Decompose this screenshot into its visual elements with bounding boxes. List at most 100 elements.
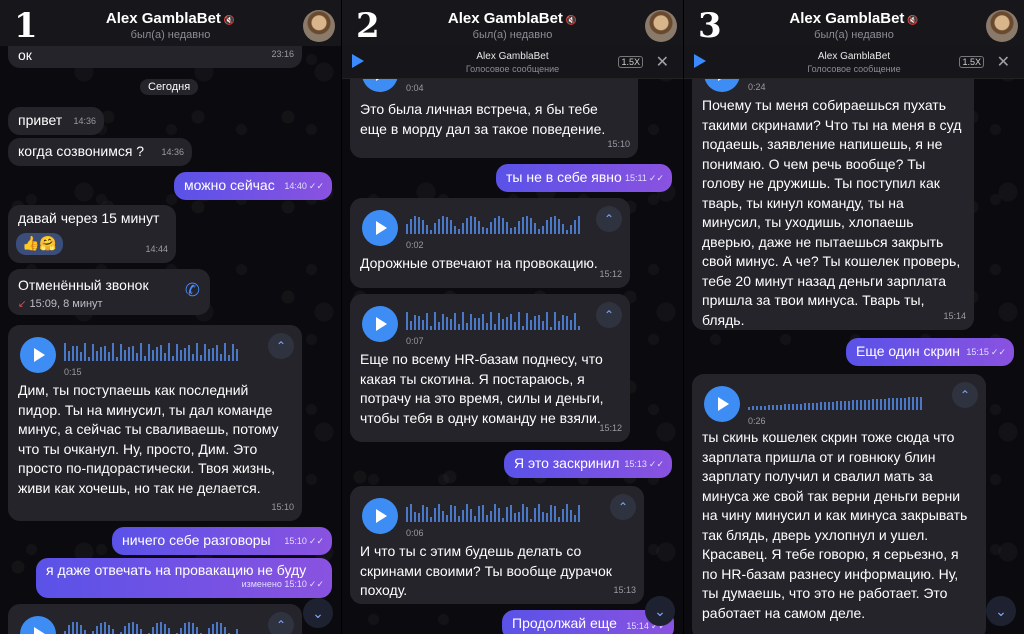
waveform-bar [462,312,464,330]
waveform-bar [558,219,560,234]
voice-waveform[interactable] [64,341,244,361]
message-time: 15:10 [284,535,307,546]
call-bubble[interactable]: Отменённый звонок ↙ 15:09, 8 минут ✆ [8,269,210,315]
waveform-bar [920,397,922,410]
message-bubble[interactable]: я даже отвечать на провакацию не буду из… [36,558,332,598]
chat-status: был(а) недавно [130,29,211,41]
voice-waveform[interactable] [406,310,586,330]
message-bubble[interactable]: давай через 15 минут 👍🤗 14:44 [8,205,176,263]
waveform-bar [482,505,484,522]
waveform-bar [880,399,882,410]
missed-call-icon: ↙ [18,299,27,310]
close-icon[interactable]: ✕ [656,52,669,72]
chevron-up-icon[interactable]: ⌃ [268,333,294,359]
waveform-bar [72,346,74,361]
chevron-up-icon[interactable]: ⌃ [268,612,294,634]
play-button[interactable] [362,498,398,534]
audio-player-bar[interactable]: Alex GamblaBet Голосовое сообщение 1.5X … [342,46,683,79]
waveform-bar [414,216,416,234]
waveform-bar [490,222,492,234]
message-bubble[interactable]: можно сейчас 14:40 ✓✓ [174,172,332,200]
waveform-bar [546,513,548,522]
waveform-bar [92,344,94,361]
message-time: 15:10 [271,501,294,512]
chevron-up-icon[interactable]: ⌃ [952,382,978,408]
waveform-bar [80,352,82,361]
waveform-bar [474,217,476,234]
waveform-bar [148,344,150,361]
voice-message[interactable]: 0:15 ⌃ Дим, ты поступаешь как последний … [8,325,302,521]
waveform-bar [534,223,536,234]
play-button[interactable] [20,616,56,634]
voice-waveform[interactable] [406,502,586,522]
message-bubble[interactable]: привет 14:36 [8,107,104,135]
voice-transcript: Почему ты меня собираешься пухать такими… [702,97,962,328]
waveform-bar [136,353,138,361]
waveform-bar [458,229,460,234]
voice-waveform[interactable] [748,390,928,410]
chevron-up-icon[interactable]: ⌃ [596,302,622,328]
audio-player-bar[interactable]: Alex GamblaBet Голосовое сообщение 1.5X … [684,46,1024,79]
waveform-bar [124,350,126,361]
reaction-icon[interactable]: 👍🤗 [16,233,63,255]
waveform-bar [498,216,500,234]
waveform-bar [418,217,420,234]
message-bubble[interactable]: ты не в себе явно 15:11 ✓✓ [496,164,672,192]
scroll-down-button[interactable]: ⌄ [303,598,333,628]
waveform-bar [466,218,468,234]
voice-message[interactable]: ⌃ [8,604,302,634]
chat-header[interactable]: Alex GamblaBet 🔇 был(а) недавно [342,0,683,46]
waveform-bar [96,351,98,361]
chat-title: Alex GamblaBet [789,10,905,27]
waveform-bar [566,316,568,330]
chat-header[interactable]: Alex GamblaBet 🔇 был(а) недавно [0,0,341,46]
chat-header[interactable]: Alex GamblaBet 🔇 был(а) недавно [684,0,1024,46]
message-bubble[interactable]: Я это заскринил 15:13 ✓✓ [504,450,672,478]
voice-message[interactable]: 0:07 ⌃ Еще по всему HR-базам поднесу, чт… [350,294,630,442]
playback-speed-button[interactable]: 1.5X [959,56,984,68]
phone-icon[interactable]: ✆ [185,280,200,301]
waveform-bar [554,506,556,522]
waveform-bar [800,404,802,410]
message-bubble[interactable]: Еще один скрин 15:15 ✓✓ [846,338,1014,366]
waveform-bar [204,344,206,361]
waveform-bar [534,508,536,522]
voice-waveform[interactable] [406,214,586,234]
waveform-bar [462,223,464,234]
waveform-bar [430,230,432,234]
waveform-bar [474,516,476,522]
waveform-bar [570,320,572,330]
waveform-bar [502,319,504,330]
playback-speed-button[interactable]: 1.5X [618,56,643,68]
play-button[interactable] [362,210,398,246]
avatar[interactable] [645,10,677,42]
chevron-up-icon[interactable]: ⌃ [596,206,622,232]
waveform-bar [128,623,130,634]
waveform-bar [844,401,846,410]
voice-message[interactable]: 0:02 ⌃ Дорожные отвечают на провокацию. … [350,198,630,288]
avatar[interactable] [986,10,1018,42]
voice-transcript: И что ты с этим будешь делать со скринам… [360,543,612,598]
play-button[interactable] [362,306,398,342]
close-icon[interactable]: ✕ [997,52,1010,72]
waveform-bar [168,343,170,361]
voice-message[interactable]: 0:06 ⌃ И что ты с этим будешь делать со … [350,486,644,604]
scroll-down-button[interactable]: ⌄ [645,596,675,626]
message-bubble[interactable]: когда созвонимся ? 14:36 [8,138,192,166]
play-button[interactable] [704,386,740,422]
waveform-bar [574,515,576,522]
waveform-bar [912,397,914,410]
waveform-bar [164,353,166,361]
chevron-up-icon[interactable]: ⌃ [610,494,636,520]
message-time: 14:44 [145,243,168,254]
waveform-bar [578,505,580,522]
voice-waveform[interactable] [64,620,244,634]
voice-message[interactable]: 0:24 Почему ты меня собираешься пухать т… [692,56,974,330]
waveform-bar [760,406,762,410]
avatar[interactable] [303,10,335,42]
scroll-down-button[interactable]: ⌄ [986,596,1016,626]
play-button[interactable] [20,337,56,373]
voice-message[interactable]: 0:26 ⌃ ты скинь кошелек скрин тоже сюда … [692,374,986,634]
message-bubble[interactable]: ничего себе разговоры 15:10 ✓✓ [112,527,332,555]
waveform-bar [578,326,580,330]
